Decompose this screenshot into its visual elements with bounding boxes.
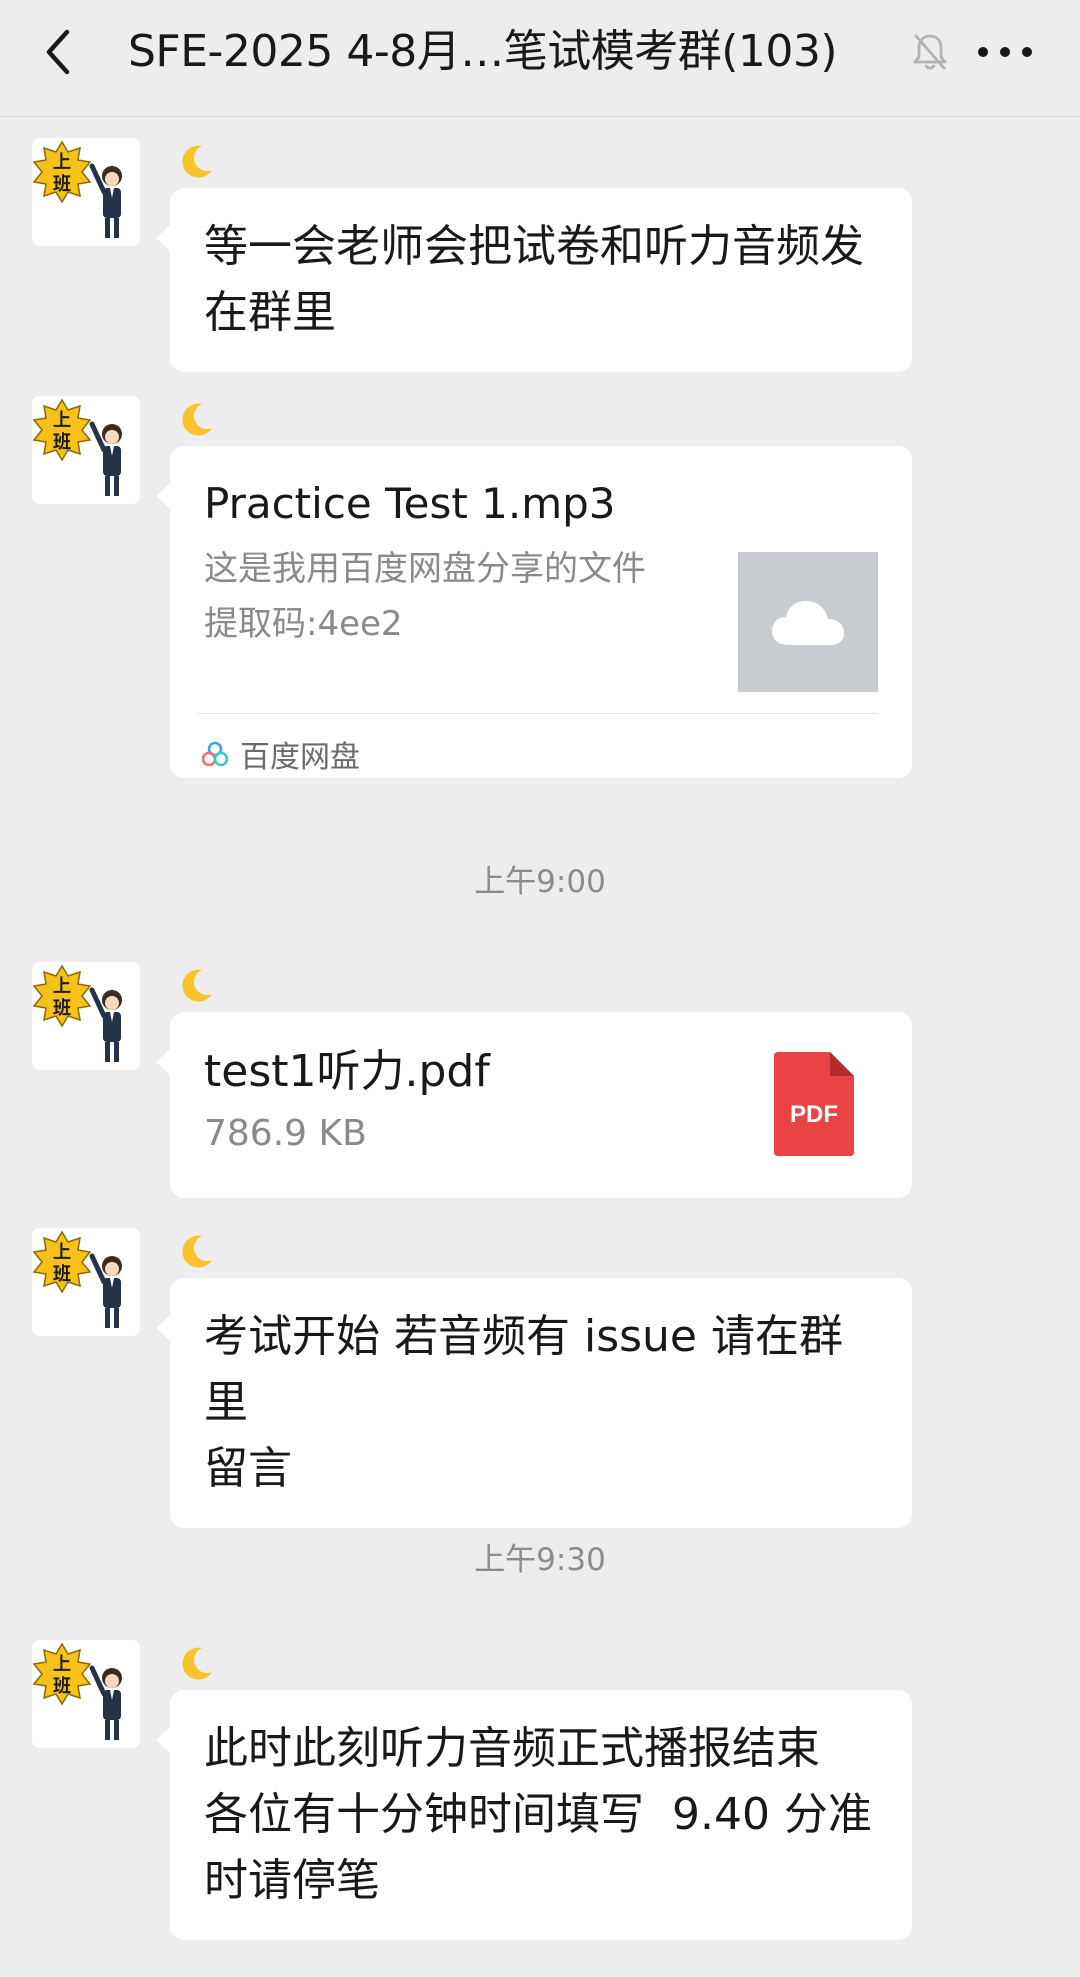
message-text: 此时此刻听力音频正式播报结束 各位有十分钟时间填写 9.40 分准 时请停笔 <box>204 1723 872 1906</box>
link-card-source: 百度网盘 <box>202 730 360 778</box>
message-text: 等一会老师会把试卷和听力音频发 在群里 <box>204 221 864 338</box>
back-button[interactable] <box>28 22 88 82</box>
baidu-netdisk-icon <box>202 741 228 767</box>
sender-nickname <box>176 1644 216 1684</box>
sender-nickname <box>176 966 216 1006</box>
message-row: 上 班 等一会老师会把试卷和听力音频发 在群里 <box>0 138 1080 388</box>
sender-nickname <box>176 400 216 440</box>
bell-muted-icon <box>913 34 947 70</box>
file-card[interactable]: test1听力.pdf 786.9 KB PDF <box>156 1012 912 1198</box>
link-card[interactable]: Practice Test 1.mp3 这是我用百度网盘分享的文件 提取码:4e… <box>156 446 912 778</box>
chat-title: SFE-2025 4-8月…笔试模考群(103) <box>128 26 838 77</box>
svg-text:上: 上 <box>53 1242 71 1263</box>
crescent-moon-icon <box>182 1647 212 1680</box>
svg-text:班: 班 <box>53 174 71 195</box>
avatar[interactable]: 上 班 <box>32 962 140 1070</box>
svg-text:上: 上 <box>53 152 71 173</box>
message-text: 考试开始 若音频有 issue 请在群里 留言 <box>204 1311 843 1494</box>
office-worker-sticker: 上 班 <box>32 1228 140 1336</box>
avatar[interactable]: 上 班 <box>32 1640 140 1748</box>
divider <box>198 713 878 714</box>
message-row: 上 班 Practice Test 1.mp3 这是我用百度网盘分享的文件 提取… <box>0 396 1080 778</box>
svg-text:上: 上 <box>53 1654 71 1675</box>
cloud-icon <box>772 601 844 645</box>
pdf-file-icon: PDF <box>774 1052 854 1156</box>
message-row: 上 班 考试开始 若音频有 issue 请在群里 留言 <box>0 1228 1080 1528</box>
office-worker-sticker: 上 班 <box>32 138 140 246</box>
office-worker-sticker: 上 班 <box>32 962 140 1070</box>
message-list[interactable]: 上 班 等一会老师会把试卷和听力音频发 在群里 上 班 Practice Tes… <box>0 116 1080 1977</box>
svg-text:班: 班 <box>53 432 71 453</box>
svg-text:上: 上 <box>53 976 71 997</box>
link-card-description: 这是我用百度网盘分享的文件 提取码:4ee2 <box>204 549 646 644</box>
svg-text:班: 班 <box>53 1264 71 1285</box>
sender-nickname <box>176 142 216 182</box>
chat-header: SFE-2025 4-8月…笔试模考群(103) <box>0 0 1080 117</box>
avatar[interactable]: 上 班 <box>32 138 140 246</box>
message-bubble[interactable]: 考试开始 若音频有 issue 请在群里 留言 <box>156 1278 912 1528</box>
avatar[interactable]: 上 班 <box>32 396 140 504</box>
crescent-moon-icon <box>182 1235 212 1268</box>
svg-text:班: 班 <box>53 998 71 1019</box>
link-card-title: Practice Test 1.mp3 <box>204 479 616 528</box>
file-name: test1听力.pdf <box>204 1046 490 1097</box>
message-bubble[interactable]: 此时此刻听力音频正式播报结束 各位有十分钟时间填写 9.40 分准 时请停笔 <box>156 1690 912 1940</box>
timestamp: 上午9:30 <box>474 1542 606 1578</box>
message-row: 上 班 test1听力.pdf 786.9 KB PDF <box>0 962 1080 1202</box>
avatar[interactable]: 上 班 <box>32 1228 140 1336</box>
svg-text:上: 上 <box>53 410 71 431</box>
sender-nickname <box>176 1232 216 1272</box>
chevron-left-icon <box>46 29 70 75</box>
crescent-moon-icon <box>182 145 212 178</box>
file-size: 786.9 KB <box>204 1113 367 1154</box>
crescent-moon-icon <box>182 403 212 436</box>
svg-text:PDF: PDF <box>790 1101 838 1128</box>
svg-text:班: 班 <box>53 1676 71 1697</box>
office-worker-sticker: 上 班 <box>32 1640 140 1748</box>
more-button[interactable] <box>960 22 1050 82</box>
message-bubble[interactable]: 等一会老师会把试卷和听力音频发 在群里 <box>156 188 912 372</box>
more-icon <box>978 47 1032 57</box>
crescent-moon-icon <box>182 969 212 1002</box>
office-worker-sticker: 上 班 <box>32 396 140 504</box>
link-card-source-label: 百度网盘 <box>240 740 360 775</box>
timestamp: 上午9:00 <box>474 864 606 900</box>
message-row: 上 班 此时此刻听力音频正式播报结束 各位有十分钟时间填写 9.40 分准 时请… <box>0 1640 1080 1960</box>
link-card-thumbnail <box>738 552 878 692</box>
